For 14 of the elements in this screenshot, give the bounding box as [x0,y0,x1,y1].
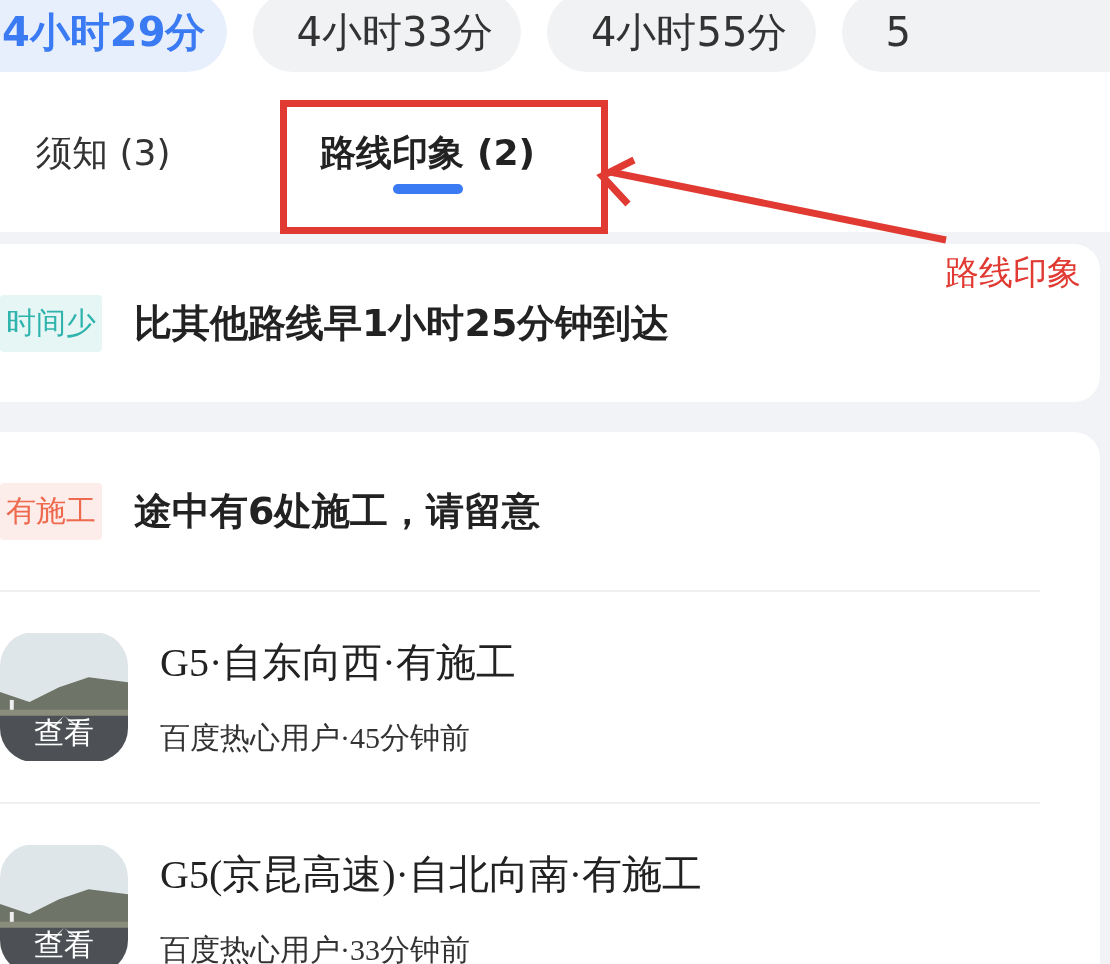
route-option-tab[interactable]: 4小时55分 [547,0,816,72]
annotation-label: 路线印象 [945,251,1081,294]
route-option-tab[interactable]: 5 [841,0,1110,72]
route-option-tab[interactable]: 4小时33分 [252,0,521,72]
card-title: 途中有6处施工，请留意 [134,487,541,535]
tag-label: 时间少 [0,294,102,352]
report-meta: 百度热心用户·45分钟前 [160,720,471,756]
card-title: 比其他路线早1小时25分钟到达 [134,299,670,347]
tab[interactable]: 须知 (3) [36,128,171,178]
tab[interactable]: 路线印象 (2) [320,128,535,178]
tag-label: 有施工 [0,482,102,540]
report-title: G5·自东向西·有施工 [160,639,516,687]
report-title: G5(京昆高速)·自北向南·有施工 [160,851,703,899]
tab-indicator [392,184,463,194]
